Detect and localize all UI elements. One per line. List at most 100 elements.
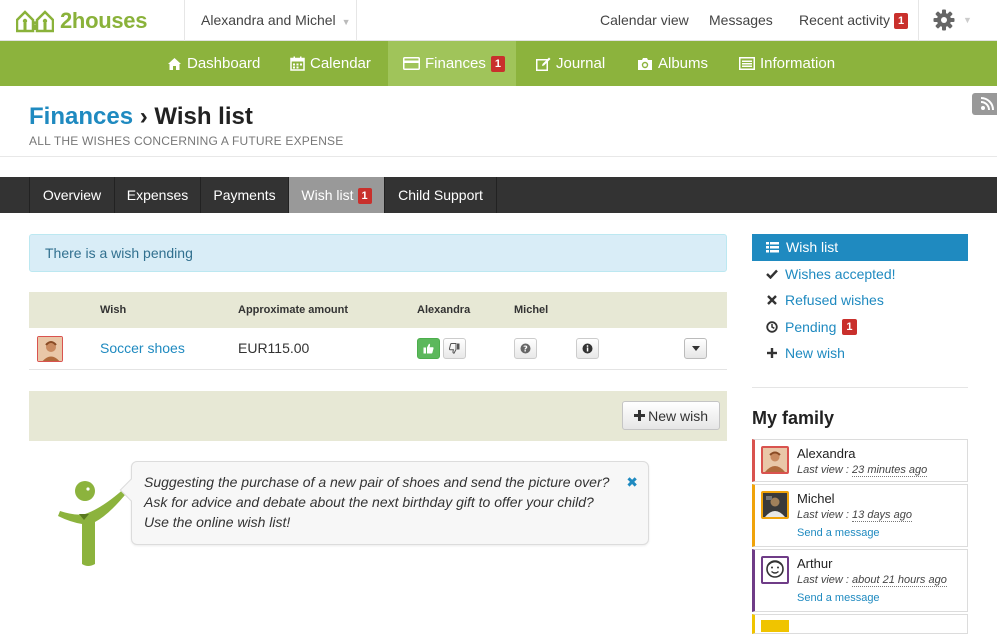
member-last-view: Last view : 23 minutes ago [797, 464, 928, 477]
new-wish-label: New wish [648, 407, 708, 424]
page-title: Finances › Wish list [29, 103, 253, 131]
user-photo-icon [763, 448, 787, 472]
last-view-value: about 21 hours ago [852, 574, 947, 587]
tab-child-support[interactable]: Child Support [384, 177, 497, 213]
table-header: Wish Approximate amount Alexandra Michel [29, 292, 727, 328]
page-title-text: Wish list [154, 103, 253, 130]
column-header-michel: Michel [514, 304, 549, 316]
info-icon [582, 343, 593, 354]
sidebar-item-label: Refused wishes [785, 292, 884, 309]
check-icon [766, 269, 778, 279]
column-header-alexandra: Alexandra [417, 304, 471, 316]
row-actions-dropdown[interactable] [684, 338, 707, 359]
michel-pending-button[interactable]: ? [514, 338, 537, 359]
table-row: Soccer shoes EUR115.00 ? [29, 328, 727, 370]
nav-information[interactable]: Information [739, 41, 835, 86]
camera-icon [638, 57, 652, 70]
user-photo-icon [763, 493, 787, 517]
plus-icon [634, 410, 646, 421]
calendar-view-link[interactable]: Calendar view [600, 0, 689, 41]
send-message-link[interactable]: Send a message [797, 592, 880, 604]
svg-text:?: ? [523, 345, 528, 354]
family-member-card[interactable]: Alexandra Last view : 23 minutes ago [752, 439, 968, 482]
close-icon[interactable]: ✖ [626, 474, 638, 491]
divider [752, 387, 968, 388]
nav-dashboard[interactable]: Dashboard [167, 41, 260, 86]
nav-journal[interactable]: Journal [536, 41, 605, 86]
nav-label: Albums [658, 55, 709, 72]
calendar-icon [290, 56, 305, 71]
send-message-link[interactable]: Send a message [797, 527, 880, 539]
question-icon: ? [520, 343, 531, 354]
tab-label: Wish list [301, 187, 354, 203]
settings-button[interactable]: ▼ [918, 0, 997, 41]
breadcrumb-finances[interactable]: Finances [29, 103, 133, 130]
wish-amount: EUR115.00 [238, 340, 310, 356]
tip-line: Suggesting the purchase of a new pair of… [144, 474, 610, 490]
nav-albums[interactable]: Albums [637, 41, 708, 86]
member-name: Alexandra [797, 446, 856, 461]
user-photo-icon [38, 337, 62, 361]
houses-logo-icon [16, 10, 54, 33]
logo[interactable]: 2houses [16, 8, 147, 34]
thumbs-up-icon [423, 343, 434, 354]
recent-activity-label: Recent activity [799, 12, 891, 28]
last-view-label: Last view : [797, 574, 849, 586]
sidebar-item-wish-list[interactable]: Wish list [752, 234, 968, 261]
nav-label: Calendar [310, 55, 371, 72]
tab-label: Overview [42, 187, 102, 203]
nav-calendar[interactable]: Calendar [290, 41, 371, 86]
my-family-title: My family [752, 408, 835, 428]
last-view-value: 13 days ago [852, 509, 912, 522]
pending-badge: 1 [842, 318, 857, 335]
tab-overview[interactable]: Overview [29, 177, 114, 213]
family-member-card[interactable] [752, 614, 968, 634]
chevron-down-icon: ▼ [963, 15, 972, 25]
member-name: Michel [797, 491, 835, 506]
wish-list-badge: 1 [357, 188, 372, 204]
approve-button[interactable] [417, 338, 440, 359]
info-button[interactable] [576, 338, 599, 359]
brand-name: 2houses [60, 8, 148, 33]
main-nav: Dashboard Calendar Finances 1 Journal Al… [0, 41, 997, 86]
family-selector[interactable]: Alexandra and Michel ▼ [185, 0, 356, 41]
tab-label: Payments [213, 187, 276, 203]
tip-bubble: Suggesting the purchase of a new pair of… [119, 461, 649, 545]
member-last-view: Last view : about 21 hours ago [797, 574, 947, 587]
refuse-button[interactable] [443, 338, 466, 359]
edit-icon [536, 57, 551, 71]
column-header-amount: Approximate amount [238, 304, 349, 316]
sidebar-item-label: New wish [785, 345, 845, 362]
thumbs-down-icon [449, 343, 460, 354]
credit-card-icon [403, 57, 420, 70]
tab-label: Child Support [398, 187, 483, 203]
tab-wish-list[interactable]: Wish list 1 [288, 177, 384, 213]
sidebar-item-new-wish[interactable]: New wish [752, 340, 968, 367]
messages-link[interactable]: Messages [709, 0, 773, 41]
avatar [37, 336, 63, 362]
tip-line: Use the online wish list! [144, 514, 291, 530]
nav-finances[interactable]: Finances 1 [388, 41, 516, 86]
divider [0, 156, 997, 157]
family-member-card[interactable]: Michel Last view : 13 days ago Send a me… [752, 484, 968, 547]
rss-feed-button[interactable] [972, 93, 997, 115]
column-header-wish: Wish [100, 304, 127, 316]
recent-activity-link[interactable]: Recent activity 1 [799, 0, 909, 41]
nav-label: Journal [556, 55, 606, 72]
tab-payments[interactable]: Payments [200, 177, 288, 213]
last-view-value: 23 minutes ago [852, 464, 928, 477]
sidebar-item-label: Wish list [786, 239, 839, 256]
tab-expenses[interactable]: Expenses [114, 177, 200, 213]
sidebar-item-pending[interactable]: Pending 1 [752, 314, 968, 341]
nav-label: Finances [425, 55, 486, 72]
avatar [761, 556, 789, 584]
family-member-card[interactable]: Arthur Last view : about 21 hours ago Se… [752, 549, 968, 612]
wish-link[interactable]: Soccer shoes [100, 328, 185, 368]
new-wish-button[interactable]: New wish [622, 401, 720, 430]
divider [356, 0, 357, 41]
sidebar-item-refused-wishes[interactable]: Refused wishes [752, 287, 968, 314]
sidebar-item-wishes-accepted[interactable]: Wishes accepted! [752, 261, 968, 288]
caret-down-icon [691, 346, 700, 351]
nav-label: Information [760, 55, 836, 72]
member-last-view: Last view : 13 days ago [797, 509, 912, 522]
